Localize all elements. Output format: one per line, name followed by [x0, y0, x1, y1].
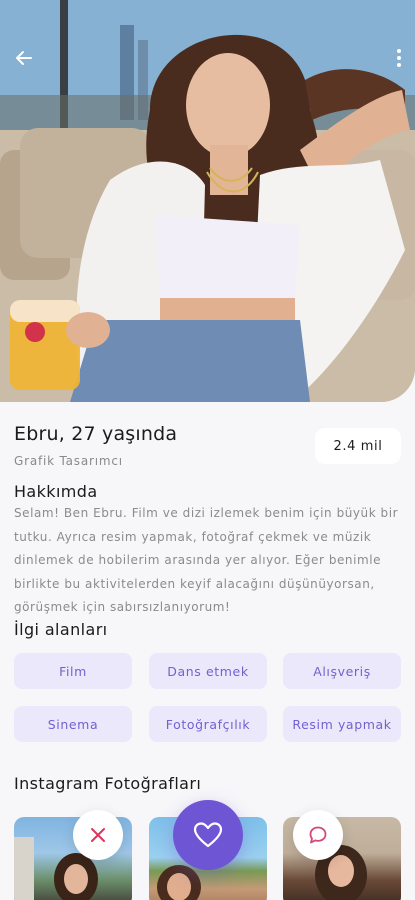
more-options-button[interactable]: [389, 44, 409, 72]
distance-badge: 2.4 mil: [315, 428, 401, 464]
close-icon: [91, 828, 105, 842]
interests-title: İlgi alanları: [14, 620, 108, 639]
profile-name-age: Ebru, 27 yaşında: [14, 423, 178, 445]
interest-chip-photography[interactable]: Fotoğrafçılık: [149, 706, 267, 742]
instagram-title: Instagram Fotoğrafları: [14, 774, 202, 793]
chat-button[interactable]: [293, 810, 343, 860]
heart-icon: [193, 822, 223, 848]
interest-chip-shopping[interactable]: Alışveriş: [283, 653, 401, 689]
like-button[interactable]: [173, 800, 243, 870]
interest-chip-dance[interactable]: Dans etmek: [149, 653, 267, 689]
interest-chip-painting[interactable]: Resim yapmak: [283, 706, 401, 742]
back-button[interactable]: [10, 44, 38, 72]
about-text: Selam! Ben Ebru. Film ve dizi izlemek be…: [14, 506, 399, 615]
profile-job: Grafik Tasarımcı: [14, 454, 123, 468]
profile-hero-photo: [0, 0, 415, 402]
more-vertical-icon: [397, 49, 401, 53]
dislike-button[interactable]: [73, 810, 123, 860]
interest-chip-cinema[interactable]: Sinema: [14, 706, 132, 742]
chat-bubble-icon: [309, 826, 327, 844]
about-title: Hakkımda: [14, 482, 98, 501]
hero-photo-illustration: [0, 0, 415, 402]
interest-chip-film[interactable]: Film: [14, 653, 132, 689]
arrow-left-icon: [16, 51, 32, 65]
